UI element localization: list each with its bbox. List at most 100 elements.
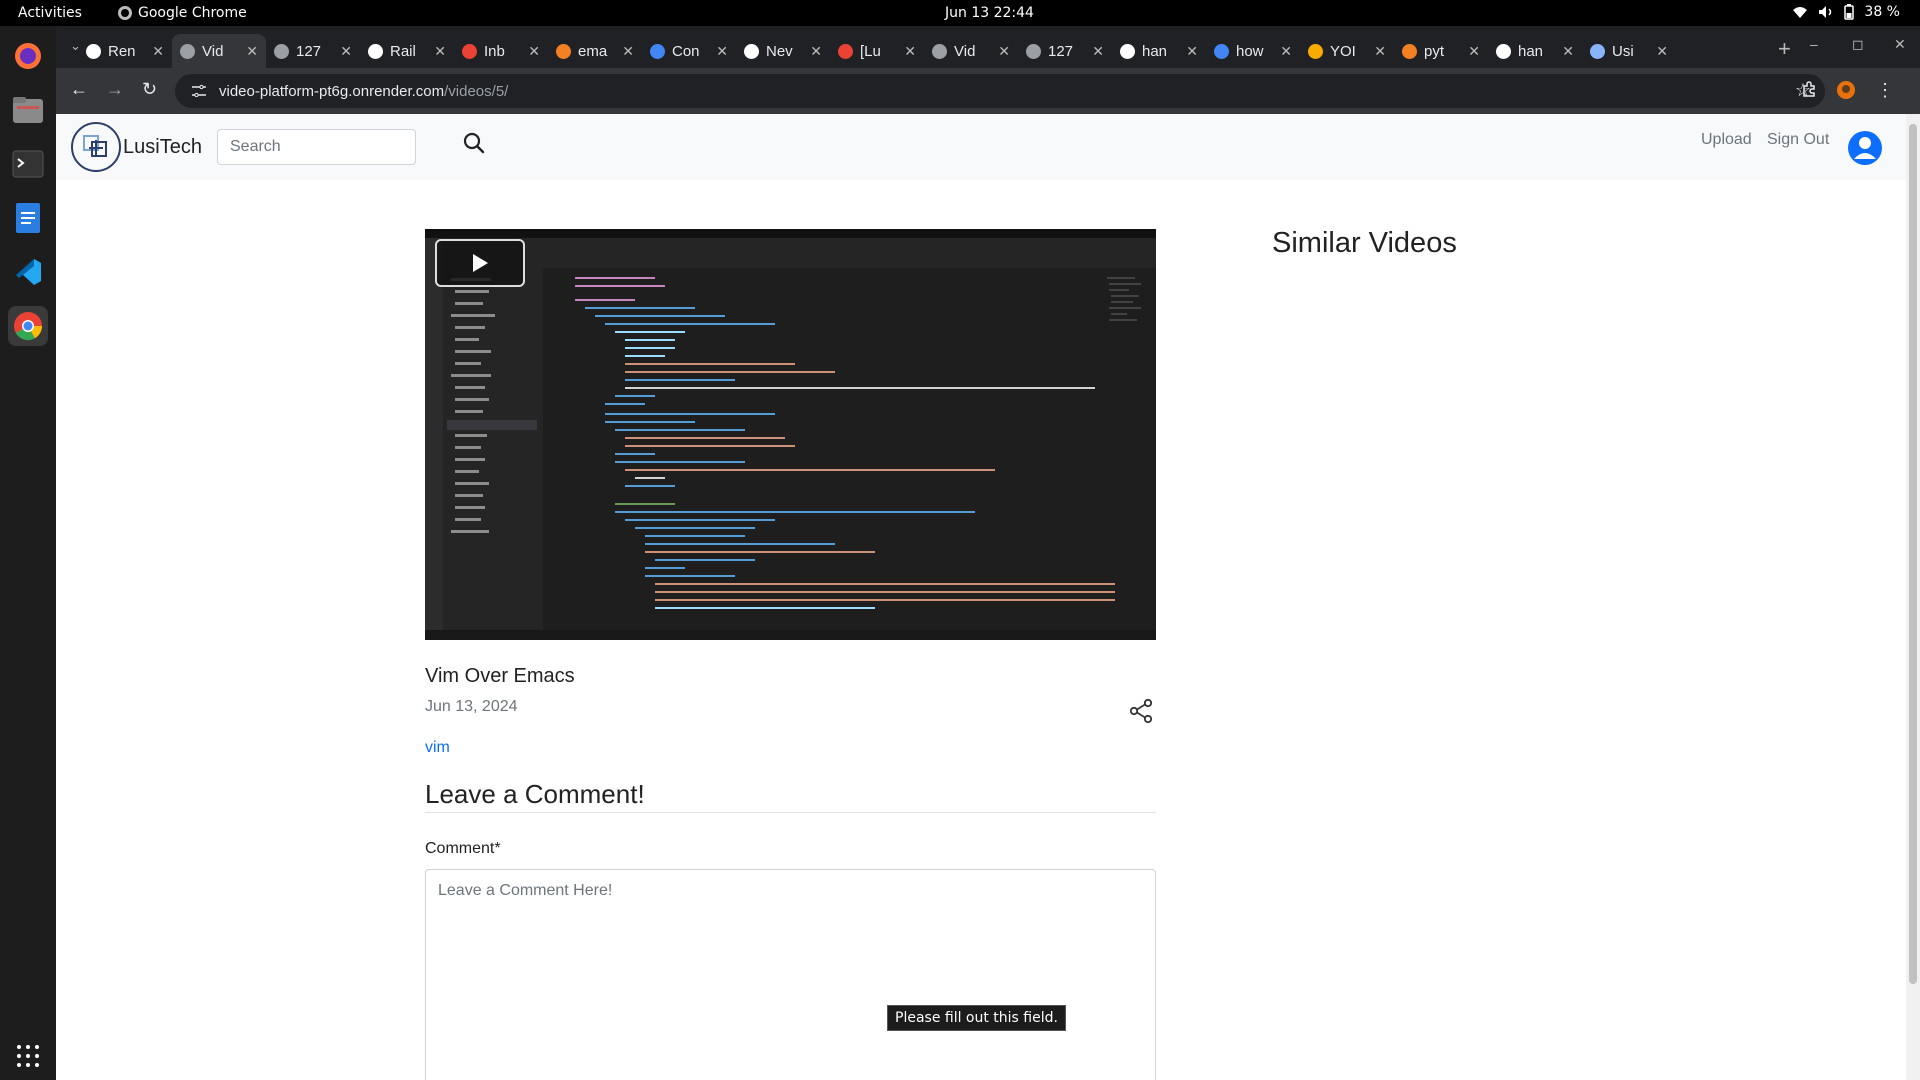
browser-tab[interactable]: Nev ✕ [736,34,830,68]
back-button[interactable]: ← [70,79,88,100]
dock [0,26,56,1080]
tab-title: Con [672,42,700,60]
tab-favicon-icon [1402,43,1417,59]
clock[interactable]: Jun 13 22:44 [945,5,1034,21]
brand-link[interactable]: LusiTech [71,122,202,172]
tab-close-icon[interactable]: ✕ [246,43,258,60]
tab-close-icon[interactable]: ✕ [1562,43,1574,60]
browser-tab[interactable]: Vid ✕ [172,34,266,68]
tab-title: ema [578,42,608,60]
firefox-icon[interactable] [8,36,48,76]
tab-favicon-icon [932,43,947,59]
tab-close-icon[interactable]: ✕ [1186,43,1198,60]
tab-favicon-icon [1496,43,1511,59]
search-icon[interactable] [463,132,485,159]
play-button[interactable] [435,239,525,287]
browser-tab[interactable]: Usi ✕ [1582,34,1676,68]
tab-strip: ⌄ Ren ✕ Vid ✕ 127 ✕ Rail ✕ Inb ✕ ema ✕ Con ✕ Nev ✕ [Lu ✕ V… [56,26,1920,68]
browser-tab[interactable]: Inb ✕ [454,34,548,68]
search-input[interactable] [217,129,416,165]
video-title: Vim Over Emacs [425,665,575,687]
files-icon[interactable] [8,90,48,130]
tab-close-icon[interactable]: ✕ [1656,43,1668,60]
browser-tab[interactable]: Ren ✕ [78,34,172,68]
brand-name: LusiTech [123,135,202,158]
tab-title: YOI [1330,42,1356,60]
browser-tab[interactable]: [Lu ✕ [830,34,924,68]
lusitech-logo-icon [71,122,121,172]
tab-close-icon[interactable]: ✕ [810,43,822,60]
sign-out-link[interactable]: Sign Out [1767,131,1829,149]
tab-favicon-icon [368,43,383,59]
forward-button[interactable]: → [106,79,124,100]
tab-close-icon[interactable]: ✕ [716,43,728,60]
address-bar[interactable]: video-platform-pt6g.onrender.com/videos/… [175,74,1825,108]
vscode-icon[interactable] [8,252,48,292]
site-navbar: LusiTech Upload Sign Out [56,114,1906,180]
activities-button[interactable]: Activities [18,5,82,21]
tab-title: han [1518,42,1544,60]
tab-close-icon[interactable]: ✕ [340,43,352,60]
tab-favicon-icon [1308,43,1323,59]
tab-favicon-icon [1590,43,1605,59]
system-tray[interactable]: 38 % [1792,4,1900,20]
user-avatar-icon[interactable] [1847,130,1883,171]
tab-title: 127 [296,42,322,60]
reload-button[interactable]: ↻ [142,79,157,100]
tab-close-icon[interactable]: ✕ [622,43,634,60]
chrome-icon [118,6,132,20]
browser-tab[interactable]: pyt ✕ [1394,34,1488,68]
terminal-icon[interactable] [8,144,48,184]
browser-tab[interactable]: how ✕ [1206,34,1300,68]
tab-title: Nev [766,42,793,60]
close-window-button[interactable]: ✕ [1894,36,1906,53]
app-menu[interactable]: Google Chrome [118,5,247,21]
browser-tab[interactable]: Con ✕ [642,34,736,68]
browser-tab[interactable]: 127 ✕ [266,34,360,68]
browser-tab[interactable]: han ✕ [1112,34,1206,68]
browser-tab[interactable]: Vid ✕ [924,34,1018,68]
browser-tab[interactable]: YOI ✕ [1300,34,1394,68]
share-icon[interactable] [1128,698,1154,729]
comment-textarea[interactable] [425,869,1156,1080]
browser-tab[interactable]: ema ✕ [548,34,642,68]
app-grid-icon[interactable] [8,1036,48,1076]
browser-tab[interactable]: 127 ✕ [1018,34,1112,68]
app-name: Google Chrome [138,5,247,21]
text-editor-icon[interactable] [8,198,48,238]
tab-close-icon[interactable]: ✕ [904,43,916,60]
maximize-button[interactable]: ◻ [1852,36,1864,53]
tab-close-icon[interactable]: ✕ [434,43,446,60]
tab-close-icon[interactable]: ✕ [1374,43,1386,60]
tab-close-icon[interactable]: ✕ [1468,43,1480,60]
comment-heading: Leave a Comment! [425,779,645,809]
upload-link[interactable]: Upload [1701,131,1752,149]
tab-close-icon[interactable]: ✕ [152,43,164,60]
heading-divider [425,812,1156,813]
tab-title: [Lu [860,42,881,60]
new-tab-button[interactable]: + [1778,36,1791,62]
tab-close-icon[interactable]: ✕ [528,43,540,60]
tab-title: pyt [1424,42,1445,60]
tab-favicon-icon [86,43,101,59]
tab-title: Inb [484,42,505,60]
video-frame-activity-bar [425,238,443,640]
browser-tab[interactable]: han ✕ [1488,34,1582,68]
tab-title: 127 [1048,42,1074,60]
url-path: /videos/5/ [444,82,509,100]
video-player[interactable] [425,229,1156,640]
tab-close-icon[interactable]: ✕ [1092,43,1104,60]
site-info-icon[interactable] [191,84,207,98]
tab-close-icon[interactable]: ✕ [1280,43,1292,60]
browser-menu-icon[interactable]: ⋮ [1876,80,1894,101]
tab-favicon-icon [556,43,571,59]
browser-tab[interactable]: Rail ✕ [360,34,454,68]
tab-close-icon[interactable]: ✕ [998,43,1010,60]
profile-avatar-icon[interactable] [1836,80,1856,105]
category-tag-link[interactable]: vim [425,739,450,757]
chrome-icon[interactable] [8,306,48,346]
scrollbar-thumb[interactable] [1909,124,1917,984]
page-scrollbar[interactable] [1906,114,1920,1080]
minimize-button[interactable]: – [1810,36,1818,52]
extensions-icon[interactable] [1801,80,1819,103]
